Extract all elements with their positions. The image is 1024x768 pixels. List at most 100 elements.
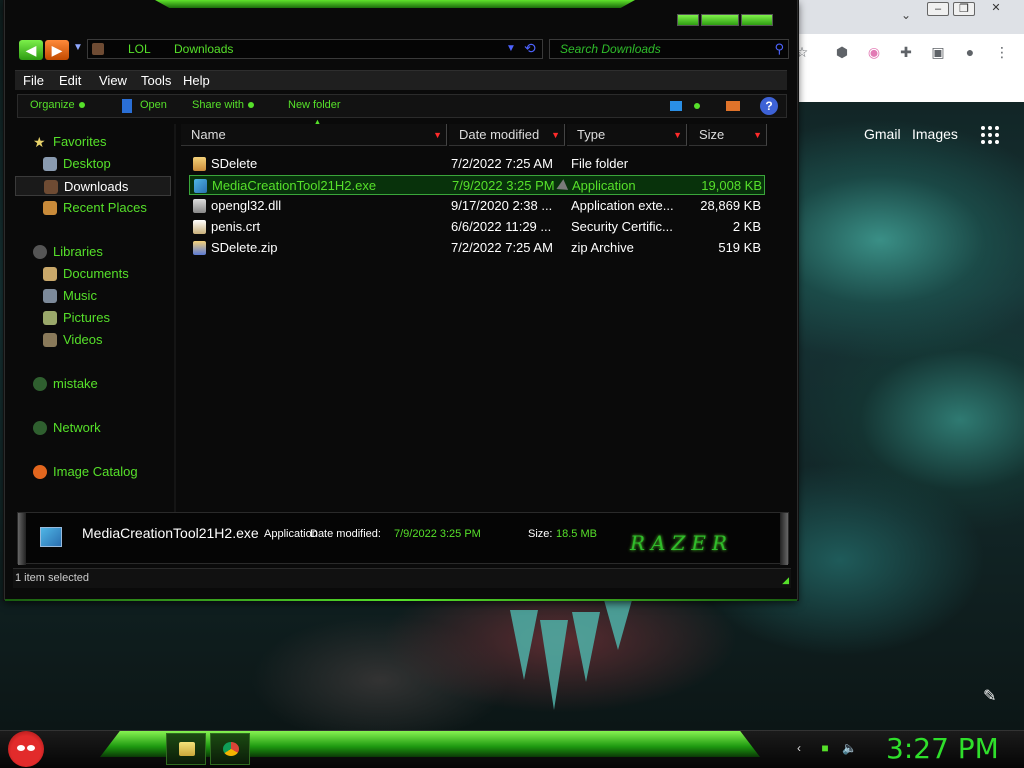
nav-network[interactable]: Network — [15, 418, 171, 438]
side-panel-icon[interactable]: ▣ — [929, 43, 947, 61]
chrome-icon — [223, 742, 239, 756]
menu-view[interactable]: View — [99, 73, 127, 88]
pane-divider[interactable] — [174, 124, 176, 514]
images-link[interactable]: Images — [912, 126, 958, 142]
gmail-link[interactable]: Gmail — [864, 126, 901, 142]
column-filter-icon[interactable]: ▼ — [551, 130, 560, 140]
new-folder-button[interactable]: New folder — [288, 99, 341, 111]
menu-bar: File Edit View Tools Help — [15, 70, 787, 90]
certificate-icon — [193, 220, 206, 234]
command-bar: Organize Open Share with New folder ? — [17, 94, 787, 118]
nav-recent-places[interactable]: Recent Places — [15, 198, 171, 218]
wallpaper-fang — [604, 600, 632, 650]
search-icon[interactable]: ⚲ — [774, 41, 784, 57]
start-button[interactable] — [8, 731, 44, 767]
nav-image-catalog[interactable]: Image Catalog — [15, 462, 171, 482]
nav-pictures[interactable]: Pictures — [15, 308, 171, 328]
file-row[interactable]: SDelete 7/2/2022 7:25 AM File folder — [189, 154, 765, 174]
view-dropdown-icon[interactable] — [694, 103, 700, 109]
file-size: 28,869 KB — [700, 198, 761, 213]
file-name: penis.crt — [211, 219, 261, 234]
file-date: 7/2/2022 7:25 AM — [451, 240, 553, 255]
volume-icon[interactable]: 🔈 — [842, 741, 857, 755]
extension-icon[interactable]: ◉ — [865, 43, 883, 61]
share-with-label: Share with — [192, 99, 244, 111]
breadcrumb-downloads[interactable]: Downloads — [174, 42, 233, 56]
column-filter-icon[interactable]: ▼ — [673, 130, 682, 140]
change-view-icon[interactable] — [670, 101, 682, 111]
forward-button[interactable]: ▶ — [45, 40, 69, 60]
ublock-icon[interactable]: ⬢ — [833, 43, 851, 61]
restore-button[interactable]: ❐ — [953, 2, 975, 16]
pencil-icon[interactable]: ✎ — [983, 686, 996, 706]
search-input[interactable]: Search Downloads ⚲ — [549, 39, 789, 59]
nav-downloads[interactable]: Downloads — [15, 176, 171, 196]
close-button[interactable] — [741, 14, 773, 26]
file-row[interactable]: SDelete.zip 7/2/2022 7:25 AM zip Archive… — [189, 238, 765, 258]
file-date: 6/6/2022 11:29 ... — [451, 219, 552, 234]
nav-favorites[interactable]: ★ Favorites — [15, 132, 171, 152]
nav-music[interactable]: Music — [15, 286, 171, 306]
file-row[interactable]: opengl32.dll 9/17/2020 2:38 ... Applicat… — [189, 196, 765, 216]
menu-edit[interactable]: Edit — [59, 73, 81, 88]
menu-tools[interactable]: Tools — [141, 73, 171, 88]
column-header-name[interactable]: Name ▼ — [181, 124, 447, 146]
nav-videos[interactable]: Videos — [15, 330, 171, 350]
maximize-button[interactable] — [701, 14, 739, 26]
file-date: 9/17/2020 2:38 ... — [451, 198, 553, 213]
file-type: zip Archive — [571, 240, 634, 255]
help-icon[interactable]: ? — [760, 97, 778, 115]
documents-icon — [43, 267, 57, 281]
details-frame-right — [780, 513, 788, 565]
nav-homegroup[interactable]: mistake — [15, 374, 171, 394]
taskbar-chrome[interactable] — [210, 733, 250, 765]
column-label: Name — [191, 127, 226, 142]
puzzle-icon[interactable]: ✚ — [897, 43, 915, 61]
file-type: File folder — [571, 156, 629, 171]
nav-label: Documents — [63, 266, 129, 281]
organize-button[interactable]: Organize — [30, 99, 85, 111]
column-header-type[interactable]: Type ▼ — [567, 124, 687, 146]
browser-tab-bar: ⌄ – ❐ ✕ — [797, 0, 1024, 34]
close-button[interactable]: ✕ — [985, 2, 1007, 16]
column-filter-icon[interactable]: ▼ — [433, 130, 442, 140]
file-row-selected[interactable]: MediaCreationTool21H2.exe 7/9/2022 3:25 … — [189, 175, 765, 195]
profile-icon[interactable]: ● — [961, 43, 979, 61]
show-hidden-icons-icon[interactable]: ‹ — [792, 741, 806, 755]
column-filter-icon[interactable]: ▼ — [753, 130, 762, 140]
address-bar[interactable]: LOL Downloads ▼ ⟲ — [87, 39, 543, 59]
menu-help[interactable]: Help — [183, 73, 210, 88]
open-button[interactable]: Open — [140, 99, 167, 111]
column-header-date[interactable]: Date modified ▼ — [449, 124, 565, 146]
chevron-down-icon[interactable]: ⌄ — [901, 8, 911, 22]
address-dropdown-icon[interactable]: ▼ — [506, 43, 516, 54]
explorer-window: ◀ ▶ ▼ LOL Downloads ▼ ⟲ Search Downloads… — [4, 0, 798, 601]
breadcrumb-lol[interactable]: LOL — [128, 42, 151, 56]
recent-pages-dropdown-icon[interactable]: ▼ — [73, 42, 83, 53]
network-status-icon[interactable]: ■ — [818, 741, 832, 755]
navigation-row: ◀ ▶ ▼ LOL Downloads ▼ ⟲ Search Downloads… — [17, 38, 789, 62]
file-name: MediaCreationTool21H2.exe — [212, 178, 377, 193]
menu-file[interactable]: File — [23, 73, 44, 88]
nav-label: Recent Places — [63, 200, 147, 215]
taskbar-explorer[interactable] — [166, 733, 206, 765]
share-with-button[interactable]: Share with — [192, 99, 254, 111]
file-list: ▲ Name ▼ Date modified ▼ Type ▼ Size ▼ SDele… — [177, 117, 787, 512]
menu-kebab-icon[interactable]: ⋮ — [993, 43, 1011, 61]
minimize-button[interactable] — [677, 14, 699, 26]
taskbar-clock[interactable]: 3:27 PM — [886, 732, 999, 765]
column-header-size[interactable]: Size ▼ — [689, 124, 767, 146]
nav-libraries[interactable]: Libraries — [15, 242, 171, 262]
preview-pane-icon[interactable] — [726, 101, 740, 111]
minimize-button[interactable]: – — [927, 2, 949, 16]
nav-documents[interactable]: Documents — [15, 264, 171, 284]
file-row[interactable]: penis.crt 6/6/2022 11:29 ... Security Ce… — [189, 217, 765, 237]
folder-icon — [193, 157, 206, 171]
resize-grip-icon[interactable]: ◢ — [782, 575, 789, 586]
refresh-icon[interactable]: ⟲ — [524, 40, 536, 57]
nav-label: Network — [53, 420, 101, 435]
browser-toolbar: ☆ ⬢ ◉ ✚ ▣ ● ⋮ — [796, 34, 1024, 70]
nav-desktop[interactable]: Desktop — [15, 154, 171, 174]
back-button[interactable]: ◀ — [19, 40, 43, 60]
apps-grid-icon[interactable] — [981, 126, 999, 144]
